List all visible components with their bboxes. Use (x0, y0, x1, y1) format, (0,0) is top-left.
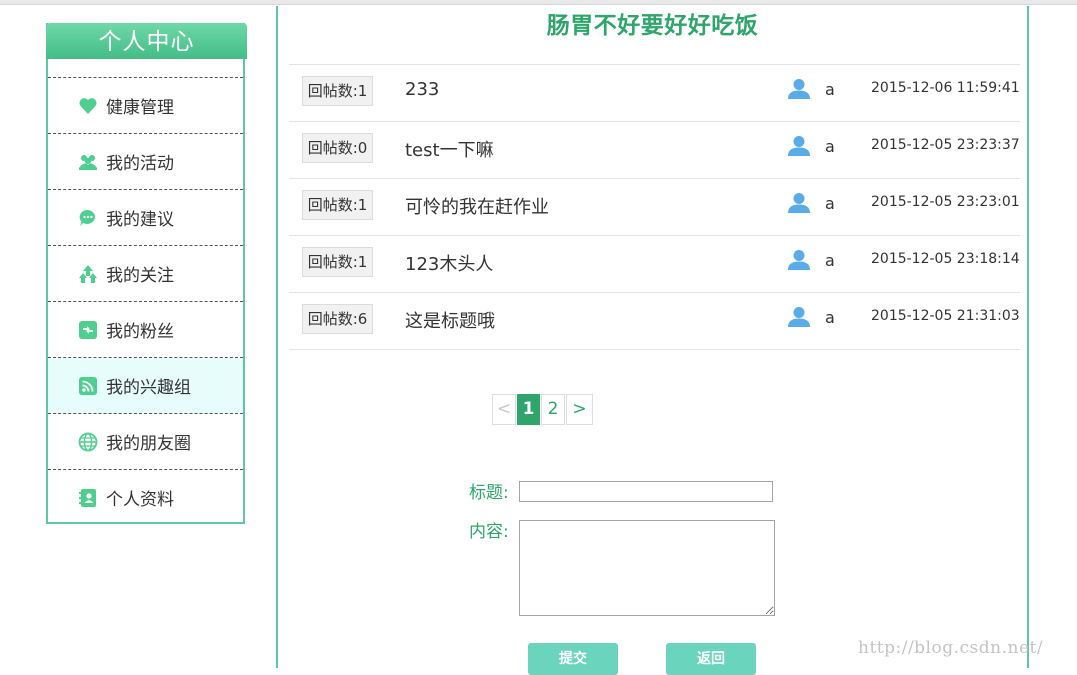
post-title-link[interactable]: test一下嘛 (405, 136, 494, 162)
pagination-page-1[interactable]: 1 (517, 394, 540, 425)
content-textarea[interactable] (519, 520, 775, 616)
sidebar-item-label: 个人资料 (106, 490, 174, 510)
user-icon (788, 136, 810, 156)
sidebar-item-label: 我的关注 (106, 266, 174, 286)
post-author: a (825, 137, 835, 156)
user-icon (788, 307, 810, 327)
post-author: a (825, 80, 835, 99)
user-icon (788, 79, 810, 99)
post-list: 回帖数:1 233 a 2015-12-06 11:59:41 回帖数:0 te… (289, 64, 1020, 350)
watermark-text: http://blog.csdn.net/ (858, 638, 1044, 658)
profile-card-icon (79, 488, 96, 507)
post-title-link[interactable]: 可怜的我在赶作业 (405, 193, 549, 219)
reply-count-badge: 回帖数:1 (302, 247, 373, 277)
post-title-link[interactable]: 233 (405, 79, 439, 100)
title-input[interactable] (519, 481, 773, 502)
post-row[interactable]: 回帖数:1 233 a 2015-12-06 11:59:41 (289, 65, 1020, 122)
post-title-link[interactable]: 123木头人 (405, 250, 493, 276)
sidebar-item-label: 我的粉丝 (106, 322, 174, 342)
sidebar-item-label: 我的活动 (106, 154, 174, 174)
fans-icon (79, 320, 97, 339)
sidebar-item-activities[interactable]: 我的活动 (48, 134, 243, 190)
sidebar-item-fans[interactable]: 我的粉丝 (48, 302, 243, 358)
sidebar-item-label: 健康管理 (106, 98, 174, 118)
sidebar-item-friends-circle[interactable]: 我的朋友圈 (48, 414, 243, 470)
submit-button[interactable]: 提交 (528, 643, 618, 675)
sidebar-item-suggestions[interactable]: 我的建议 (48, 190, 243, 246)
browser-top-edge (0, 0, 1077, 5)
post-timestamp: 2015-12-06 11:59:41 (871, 80, 1020, 96)
sidebar-item-label: 我的兴趣组 (106, 378, 191, 398)
post-row[interactable]: 回帖数:6 这是标题哦 a 2015-12-05 21:31:03 (289, 293, 1020, 350)
sidebar-item-profile[interactable]: 个人资料 (48, 470, 243, 525)
sidebar-item-interest-groups[interactable]: 我的兴趣组 (48, 358, 243, 414)
post-row[interactable]: 回帖数:1 可怜的我在赶作业 a 2015-12-05 23:23:01 (289, 179, 1020, 236)
pagination: < 1 2 > (492, 394, 594, 425)
reply-count-badge: 回帖数:1 (302, 190, 373, 220)
heart-icon (79, 97, 97, 114)
sidebar-item-health[interactable]: 健康管理 (48, 78, 243, 134)
pagination-prev-button[interactable]: < (492, 394, 516, 425)
post-row[interactable]: 回帖数:0 test一下嘛 a 2015-12-05 23:23:37 (289, 122, 1020, 179)
content-field-label: 内容: (469, 522, 509, 542)
follow-arrows-icon (79, 264, 97, 283)
sidebar: 个人中心 健康管理 我的活动 我的建议 我的关注 我的粉丝 我的兴趣组 我的朋友… (46, 23, 247, 525)
sidebar-item-label: 我的朋友圈 (106, 434, 191, 454)
back-button[interactable]: 返回 (666, 643, 756, 675)
post-title-link[interactable]: 这是标题哦 (405, 307, 495, 333)
reply-count-badge: 回帖数:0 (302, 133, 373, 163)
globe-icon (78, 432, 98, 451)
post-author: a (825, 308, 835, 327)
post-author: a (825, 194, 835, 213)
user-icon (788, 250, 810, 270)
pagination-next-button[interactable]: > (566, 394, 593, 425)
sidebar-item-following[interactable]: 我的关注 (48, 246, 243, 302)
sidebar-menu: 健康管理 我的活动 我的建议 我的关注 我的粉丝 我的兴趣组 我的朋友圈 个人资… (48, 77, 243, 525)
post-row[interactable]: 回帖数:1 123木头人 a 2015-12-05 23:18:14 (289, 236, 1020, 293)
rss-icon (79, 376, 97, 395)
user-icon (788, 193, 810, 213)
title-field-label: 标题: (469, 483, 509, 503)
people-icon (79, 154, 97, 170)
sidebar-item-label: 我的建议 (106, 210, 174, 230)
post-timestamp: 2015-12-05 23:23:37 (871, 137, 1020, 153)
post-timestamp: 2015-12-05 23:23:01 (871, 194, 1020, 210)
post-timestamp: 2015-12-05 23:18:14 (871, 251, 1020, 267)
pagination-page-2[interactable]: 2 (541, 394, 565, 425)
reply-count-badge: 回帖数:6 (302, 304, 373, 334)
page-title: 肠胃不好要好好吃饭 (546, 13, 759, 39)
post-timestamp: 2015-12-05 21:31:03 (871, 308, 1020, 324)
post-author: a (825, 251, 835, 270)
reply-count-badge: 回帖数:1 (302, 76, 373, 106)
main-panel: 肠胃不好要好好吃饭 回帖数:1 233 a 2015-12-06 11:59:4… (276, 6, 1029, 675)
chat-bubble-icon (79, 209, 96, 226)
sidebar-title: 个人中心 (46, 23, 247, 59)
